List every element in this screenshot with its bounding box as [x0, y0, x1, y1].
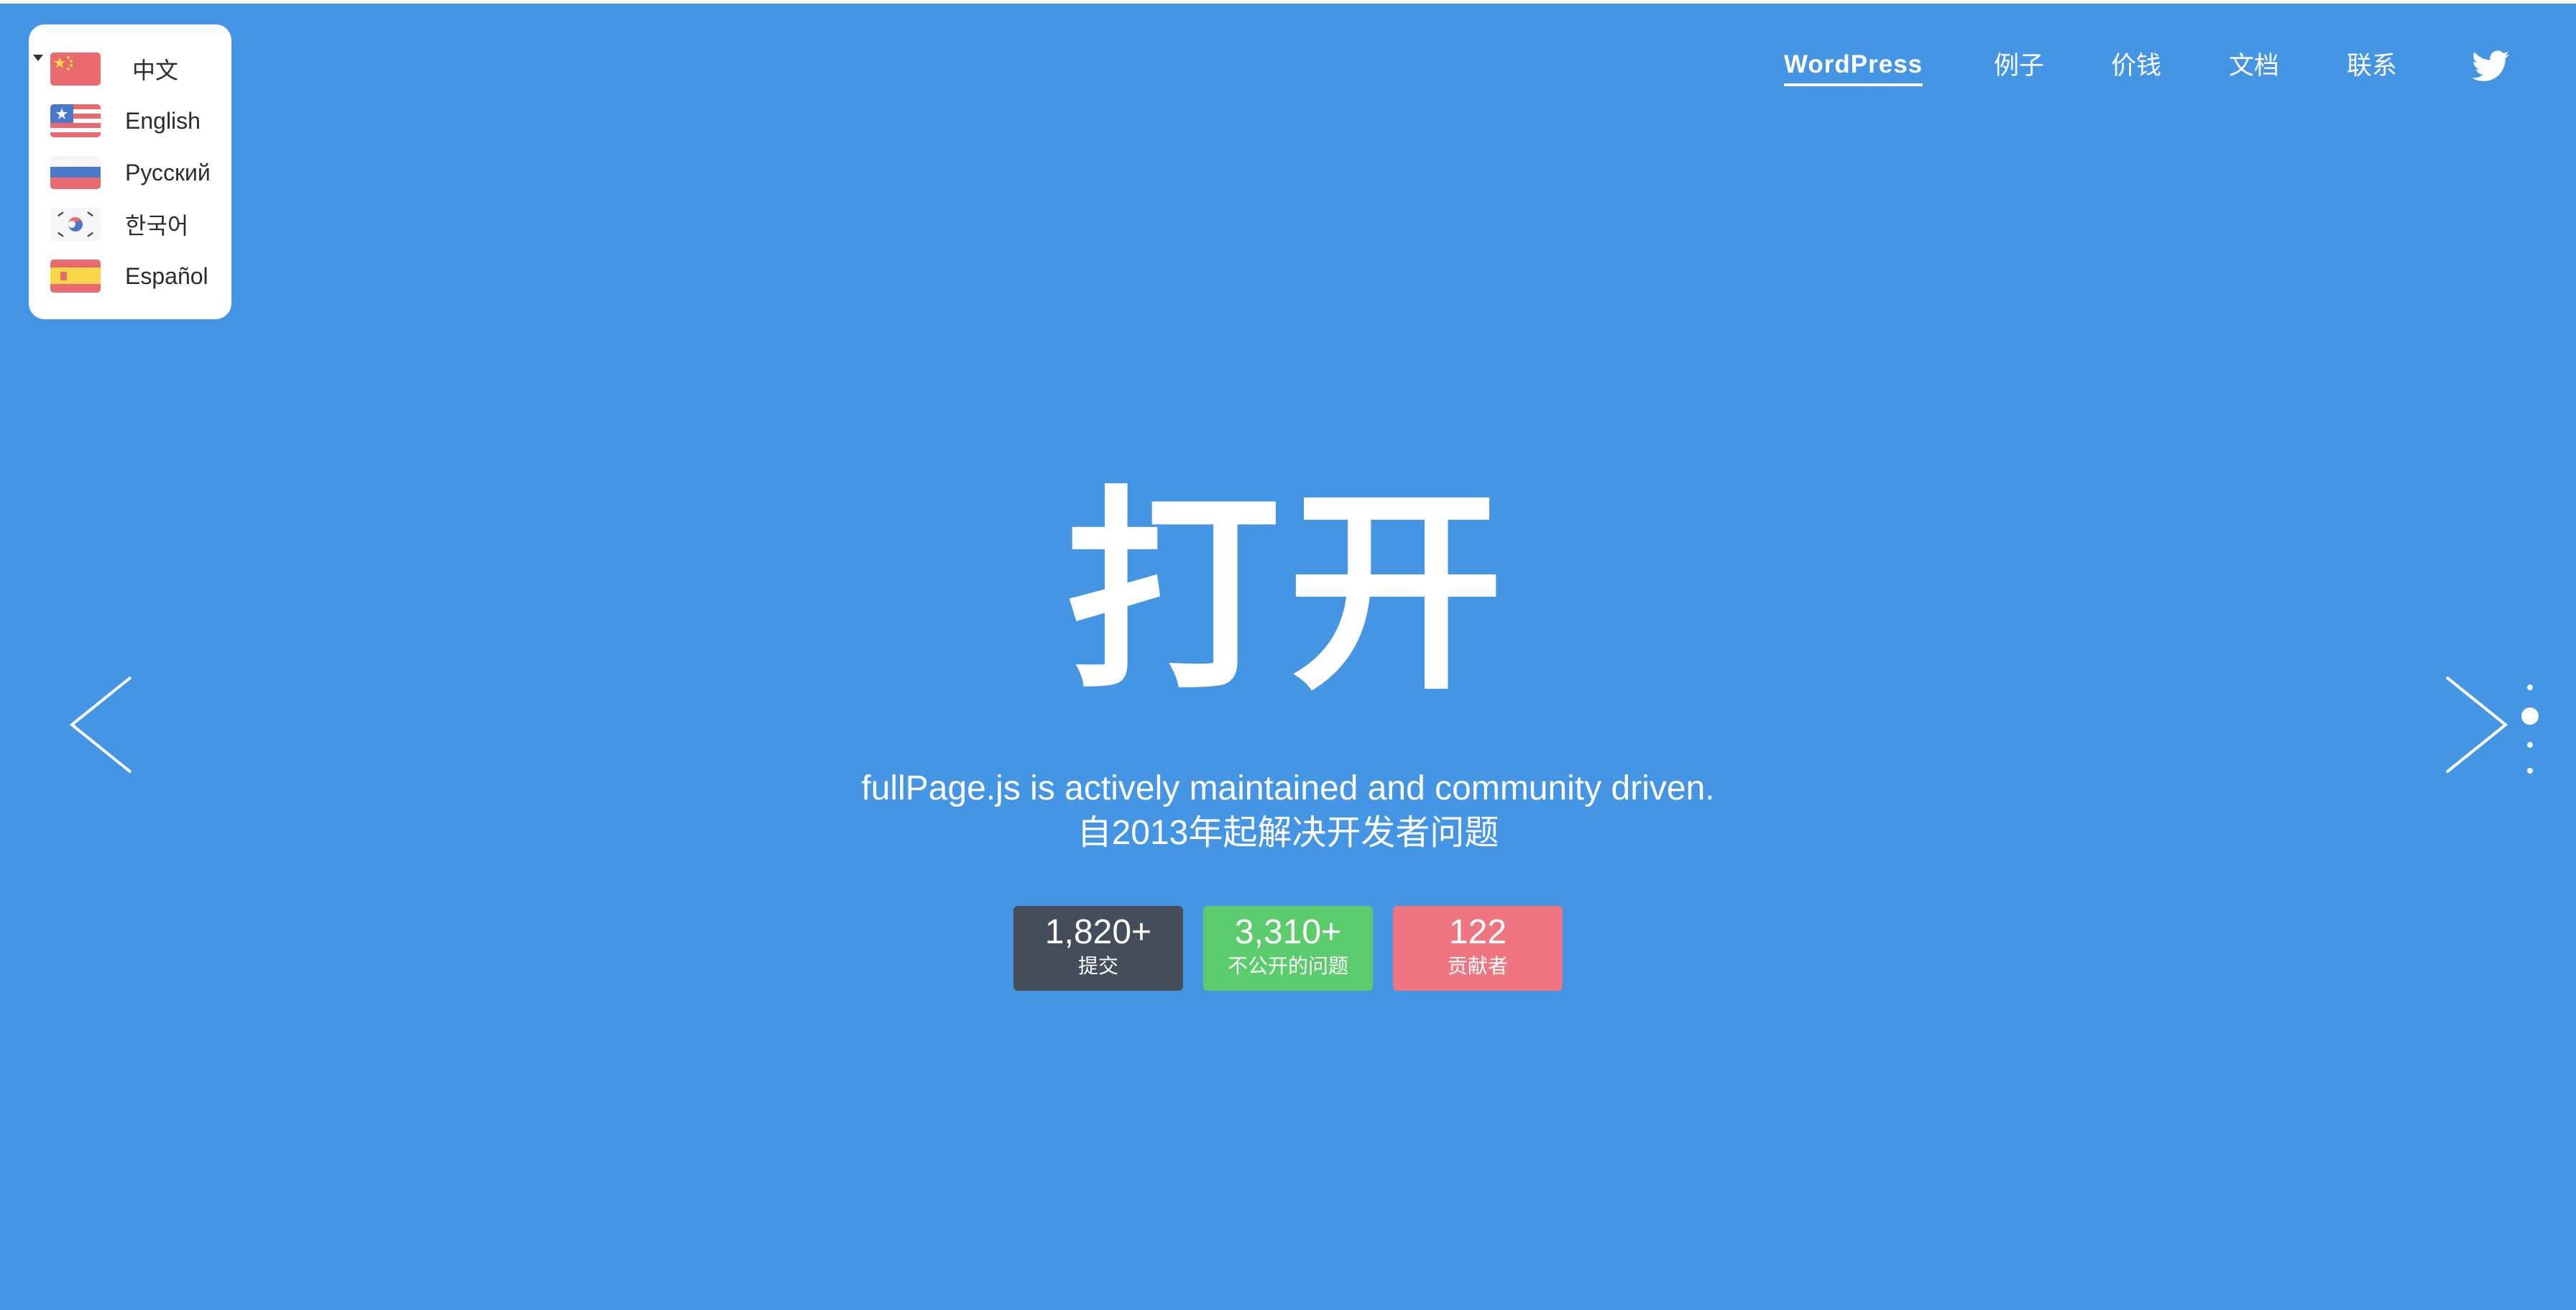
stat-commits[interactable]: 1,820+ 提交 — [1013, 906, 1183, 991]
language-option-spanish[interactable]: Español — [50, 257, 230, 296]
hero-title: 打开 — [1065, 472, 1511, 714]
language-option-chinese[interactable]: 中文 — [50, 50, 230, 88]
russia-flag-icon — [50, 156, 101, 189]
caret-down-icon[interactable] — [33, 55, 43, 61]
language-option-korean[interactable]: 한국어 — [50, 205, 230, 244]
chevron-left-icon[interactable] — [65, 674, 137, 775]
stat-label: 提交 — [1077, 955, 1118, 977]
language-label: Русский — [125, 159, 211, 185]
top-border — [0, 0, 2576, 4]
korea-flag-icon — [50, 208, 101, 241]
language-label: 한국어 — [125, 213, 189, 239]
spain-flag-icon — [50, 260, 101, 293]
stat-value: 3,310+ — [1234, 913, 1342, 951]
stat-contributors[interactable]: 122 贡献者 — [1393, 906, 1563, 991]
language-dropdown[interactable]: 中文 English Русский 한국어 Español — [29, 24, 231, 319]
section-dot[interactable] — [2527, 768, 2533, 774]
nav-link-examples[interactable]: 例子 — [1994, 46, 2044, 86]
hero-subtitle-line-1: fullPage.js is actively maintained and c… — [861, 769, 1715, 807]
hero-subtitle-line-2: 自2013年起解决开发者问题 — [1077, 814, 1499, 852]
stat-label: 不公开的问题 — [1227, 955, 1348, 977]
usa-flag-icon — [50, 104, 101, 137]
stat-value: 1,820+ — [1044, 913, 1152, 951]
china-flag-icon — [50, 52, 101, 86]
language-option-english[interactable]: English — [50, 101, 230, 140]
section-dot-active[interactable] — [2521, 707, 2539, 725]
stat-value: 122 — [1448, 913, 1507, 951]
section-dot[interactable] — [2527, 684, 2533, 690]
language-label: 中文 — [132, 58, 179, 83]
language-label: Español — [125, 262, 208, 289]
language-option-russian[interactable]: Русский — [50, 153, 230, 192]
nav-link-pricing[interactable]: 价钱 — [2111, 46, 2161, 86]
stat-label: 贡献者 — [1447, 955, 1508, 977]
twitter-icon[interactable] — [2472, 50, 2510, 82]
nav-link-docs[interactable]: 文档 — [2229, 46, 2279, 86]
nav-link-wordpress[interactable]: WordPress — [1784, 46, 1923, 86]
language-label: English — [125, 107, 201, 134]
stat-closed-issues[interactable]: 3,310+ 不公开的问题 — [1203, 906, 1373, 991]
chevron-right-icon[interactable] — [2441, 674, 2513, 775]
section-dot[interactable] — [2527, 742, 2533, 748]
hero-subtitle: fullPage.js is actively maintained and c… — [0, 766, 2576, 856]
section-nav-dots — [2516, 679, 2544, 779]
nav-link-contact[interactable]: 联系 — [2347, 46, 2397, 86]
